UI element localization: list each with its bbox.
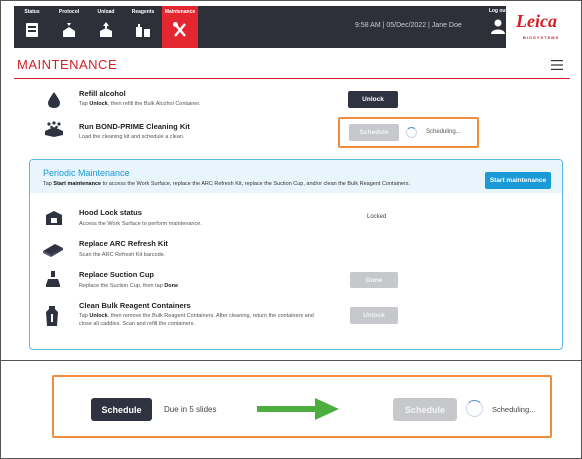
- loading-spinner-zoom-icon: [466, 400, 483, 417]
- schedule-button-disabled-zoom[interactable]: Schedule: [393, 398, 457, 421]
- hood-lock-desc: Access the Work Surface to perform maint…: [79, 221, 202, 227]
- green-arrow-icon: [257, 398, 339, 420]
- brand-name: Leica: [516, 11, 557, 31]
- bulk-container-icon: [46, 306, 58, 326]
- maintenance-icon: [173, 22, 186, 37]
- due-in-slides-text: Due in 5 slides: [164, 405, 217, 414]
- suction-cup-title: Replace Suction Cup: [79, 270, 155, 279]
- start-maintenance-button[interactable]: Start maintenance: [485, 172, 551, 189]
- panel-header: Periodic Maintenance Tap Start maintenan…: [30, 160, 562, 193]
- arc-refresh-title: Replace ARC Refresh Kit: [79, 239, 168, 248]
- tab-label: Protocol: [58, 9, 80, 15]
- brand-sub: BIOSYSTEMS: [523, 35, 560, 40]
- page-title: MAINTENANCE: [17, 57, 118, 72]
- schedule-button-disabled[interactable]: Schedule: [349, 124, 399, 141]
- bond-prime-desc: Load the cleaning kit and schedule a cle…: [79, 134, 185, 140]
- arc-refresh-kit-icon: [43, 244, 63, 257]
- refill-alcohol-desc: Tap Unlock, then refill the Bulk Alcohol…: [79, 101, 201, 107]
- tab-unload[interactable]: Unload: [88, 6, 124, 48]
- periodic-title: Periodic Maintenance: [43, 168, 130, 178]
- menu-icon[interactable]: [551, 60, 563, 70]
- unlock-containers-button[interactable]: Unlock: [350, 307, 398, 324]
- user-icon: [491, 19, 505, 34]
- hood-lock-icon: [46, 211, 62, 225]
- suction-cup-desc: Replace the Suction Cup, then tap Done: [79, 283, 179, 289]
- alcohol-drop-icon: [48, 92, 60, 108]
- brand-logo: Leica BIOSYSTEMS: [506, 6, 570, 48]
- protocol-icon: [63, 23, 75, 37]
- tab-status[interactable]: Status: [14, 6, 50, 48]
- refill-alcohol-title: Refill alcohol: [79, 89, 126, 98]
- reagents-icon: [136, 24, 150, 37]
- top-app-bar: Status Protocol Unload Reagents Maintena…: [14, 6, 570, 48]
- periodic-desc: Tap Start maintenance to access the Work…: [43, 181, 411, 187]
- tab-maintenance[interactable]: Maintenance: [162, 6, 198, 48]
- scheduling-status: Scheduling...: [426, 129, 461, 135]
- title-divider: [14, 78, 570, 79]
- clean-containers-title: Clean Bulk Reagent Containers: [79, 301, 191, 310]
- tab-label: Maintenance: [164, 9, 196, 15]
- tab-label: Status: [24, 9, 40, 15]
- tab-label: Reagents: [131, 9, 155, 15]
- unload-icon: [100, 22, 112, 37]
- arc-refresh-desc: Scan the ARC Refresh Kit barcode.: [79, 252, 166, 258]
- hood-lock-status: Locked: [367, 214, 387, 220]
- clean-containers-desc: Tap Unlock, then remove the Bulk Reagent…: [79, 313, 314, 327]
- done-button[interactable]: Done: [350, 272, 398, 288]
- tab-protocol[interactable]: Protocol: [51, 6, 87, 48]
- tab-label: Unload: [97, 9, 115, 15]
- schedule-button-enabled[interactable]: Schedule: [91, 398, 152, 421]
- loading-spinner-icon: [406, 127, 417, 138]
- scheduling-status-zoom: Scheduling...: [492, 405, 536, 414]
- hood-lock-title: Hood Lock status: [79, 208, 142, 217]
- suction-cup-icon: [46, 271, 60, 287]
- status-icon: [26, 23, 38, 37]
- section-divider: [0, 360, 582, 361]
- tab-reagents[interactable]: Reagents: [125, 6, 161, 48]
- unlock-alcohol-button[interactable]: Unlock: [348, 91, 398, 108]
- cleaning-kit-icon: [45, 121, 63, 137]
- bond-prime-title: Run BOND-PRIME Cleaning Kit: [79, 122, 190, 131]
- header-datetime-user: 9:58 AM | 05/Dec/2022 | Jane Doe: [355, 22, 462, 29]
